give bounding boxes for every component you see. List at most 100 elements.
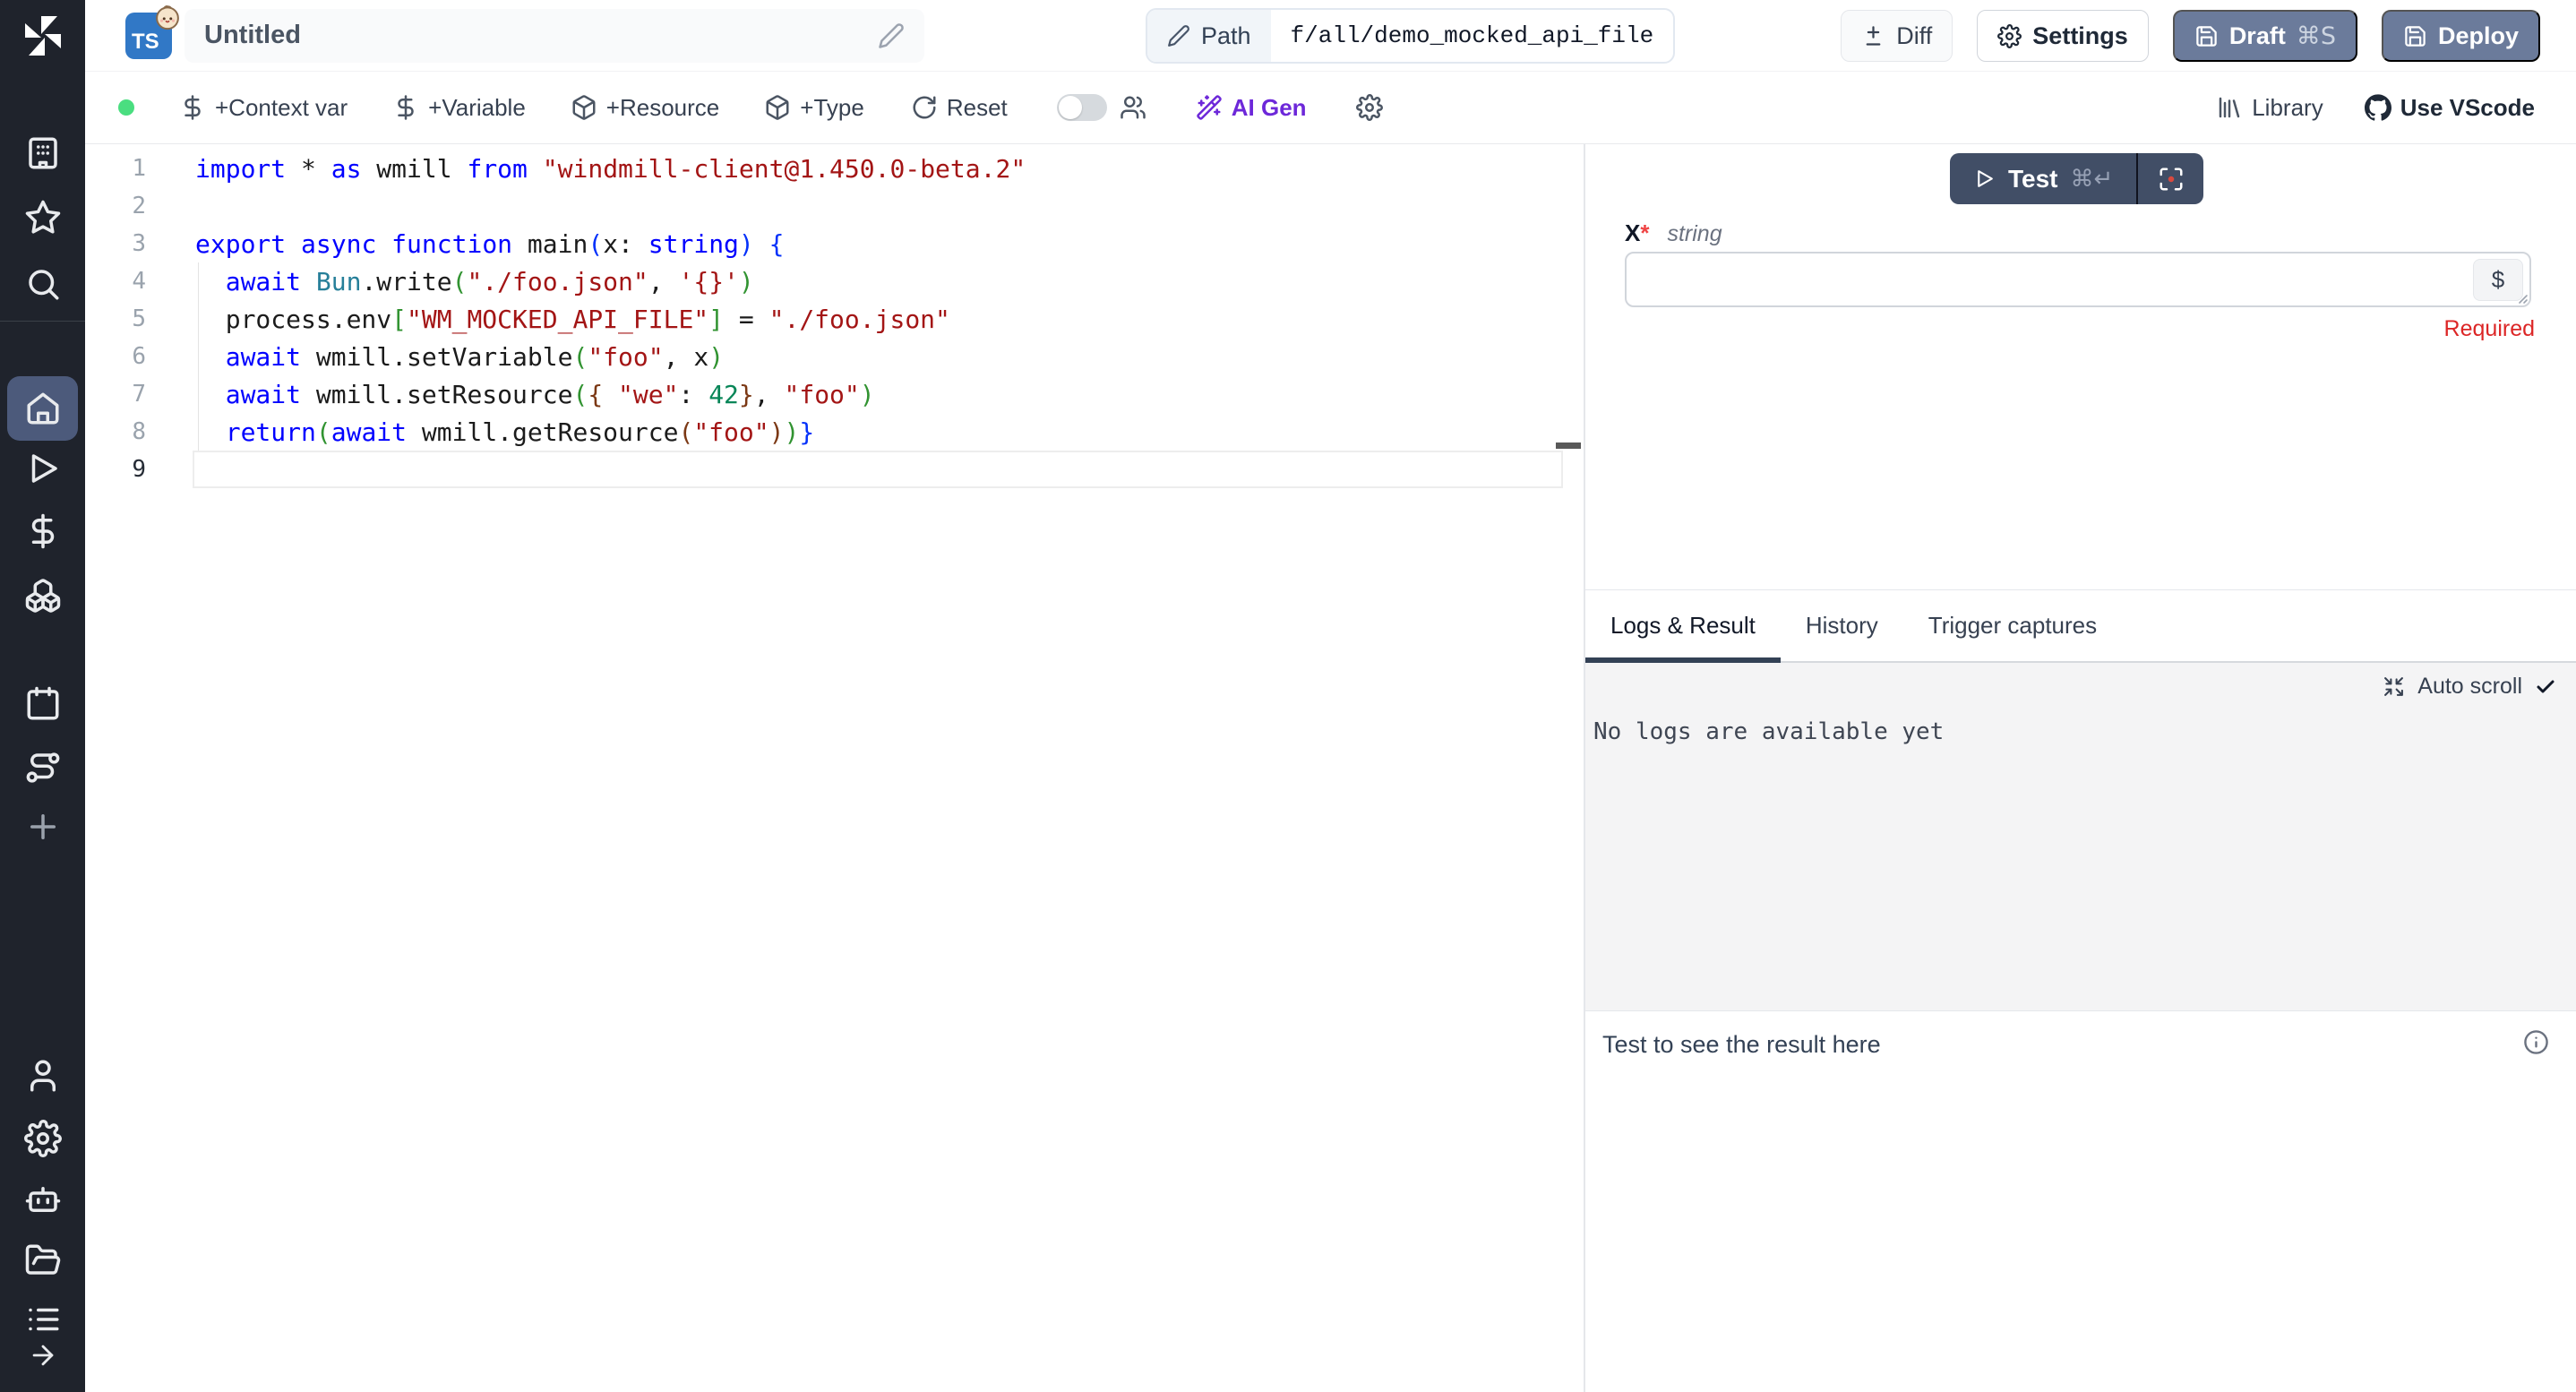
required-message: Required [2444, 316, 2535, 342]
script-title: Untitled [204, 21, 301, 50]
editor-toolbar: +Context var +Variable +Resource +Type R… [85, 72, 2576, 144]
logs-empty-message: No logs are available yet [1593, 718, 1944, 745]
required-star: * [1640, 219, 1649, 246]
settings-button[interactable]: Settings [1977, 10, 2149, 62]
windmill-logo-icon[interactable] [21, 14, 64, 57]
runs-play-icon[interactable] [0, 450, 85, 487]
dollar-icon [392, 94, 419, 121]
script-title-pill[interactable]: Untitled [185, 9, 924, 63]
test-shortcut: ⌘↵ [2071, 166, 2114, 193]
settings-gear-icon[interactable] [0, 1120, 85, 1157]
workspace-icon[interactable] [0, 134, 85, 172]
save-icon [2194, 24, 2219, 48]
tab-history[interactable]: History [1781, 590, 1903, 661]
add-resource-button[interactable]: +Resource [571, 94, 719, 122]
logs-panel: Auto scroll No logs are available yet [1585, 663, 2576, 1010]
draft-button[interactable]: Draft ⌘S [2173, 10, 2357, 62]
dollar-icon [179, 94, 206, 121]
code-text: await wmill.setVariable("foo", x) [193, 342, 724, 372]
sidebar-divider [0, 321, 85, 322]
home-icon[interactable] [0, 390, 85, 427]
add-plus-icon[interactable] [0, 808, 85, 846]
code-line[interactable]: 2 [85, 187, 1584, 225]
code-text: import * as wmill from "windmill-client@… [193, 154, 1026, 184]
field-type: string [1667, 221, 1722, 247]
use-vscode-button[interactable]: Use VScode [2365, 94, 2535, 122]
save-icon [2403, 24, 2427, 48]
line-number: 4 [85, 268, 193, 295]
tab-logs-result[interactable]: Logs & Result [1585, 590, 1781, 661]
line-number: 2 [85, 193, 193, 219]
diff-button[interactable]: Diff [1841, 10, 1953, 62]
ai-bot-icon[interactable] [0, 1181, 85, 1218]
result-placeholder: Test to see the result here [1602, 1031, 1881, 1059]
path-value[interactable]: f/all/demo_mocked_api_file [1271, 10, 1674, 62]
string-input[interactable] [1627, 253, 2529, 305]
code-line[interactable]: 3export async function main(x: string) { [85, 225, 1584, 262]
favorites-star-icon[interactable] [0, 199, 85, 236]
diff-icon [1861, 24, 1885, 48]
indent-guide [198, 262, 199, 451]
result-tabs: Logs & ResultHistoryTrigger captures [1585, 589, 2576, 663]
expand-icon [2383, 675, 2405, 698]
expand-arrow-icon[interactable] [0, 1340, 85, 1371]
code-text: await Bun.write("./foo.json", '{}') [193, 267, 754, 296]
test-button-group: Test ⌘↵ [1950, 153, 2203, 204]
code-line[interactable]: 5 process.env["WM_MOCKED_API_FILE"] = ".… [85, 300, 1584, 338]
flows-route-icon[interactable] [0, 749, 85, 786]
bun-runtime-icon [154, 4, 181, 30]
edit-title-pencil-icon[interactable] [878, 22, 905, 49]
status-dot [118, 99, 134, 116]
add-type-button[interactable]: +Type [764, 94, 864, 122]
resources-boxes-icon[interactable] [0, 577, 85, 614]
code-line[interactable]: 1import * as wmill from "windmill-client… [85, 150, 1584, 187]
code-editor[interactable]: 1import * as wmill from "windmill-client… [85, 144, 1584, 1392]
editor-settings-gear-icon[interactable] [1356, 94, 1383, 121]
string-input-wrapper: $ [1625, 252, 2531, 307]
github-icon [2365, 94, 2391, 121]
search-icon[interactable] [0, 265, 85, 303]
deploy-button[interactable]: Deploy [2382, 10, 2540, 62]
schedules-calendar-icon[interactable] [0, 685, 85, 723]
code-text: return(await wmill.getResource("foo"))} [193, 417, 814, 447]
ai-gen-button[interactable]: AI Gen [1196, 94, 1307, 122]
code-line[interactable]: 6 await wmill.setVariable("foo", x) [85, 338, 1584, 375]
code-line[interactable]: 7 await wmill.setResource({ "we": 42}, "… [85, 375, 1584, 413]
code-text: export async function main(x: string) { [193, 229, 785, 259]
info-icon[interactable] [2523, 1029, 2549, 1055]
path-field[interactable]: Path f/all/demo_mocked_api_file [1146, 8, 1675, 64]
tab-trigger-captures[interactable]: Trigger captures [1903, 590, 2122, 661]
code-line[interactable]: 9 [85, 451, 1584, 488]
line-number: 8 [85, 418, 193, 445]
add-variable-button[interactable]: +Variable [392, 94, 526, 122]
variables-dollar-icon[interactable] [0, 512, 85, 550]
collaborators-icon[interactable] [1120, 94, 1146, 121]
resize-grip[interactable] [2514, 290, 2529, 305]
draft-shortcut: ⌘S [2297, 22, 2336, 50]
library-icon [2216, 94, 2243, 121]
diff-mode-toggle[interactable] [1057, 94, 1107, 121]
app-sidebar [0, 0, 85, 1392]
package-icon [764, 94, 791, 121]
logs-list-icon[interactable] [0, 1301, 85, 1338]
user-icon[interactable] [0, 1057, 85, 1095]
line-number: 7 [85, 381, 193, 408]
code-text: process.env["WM_MOCKED_API_FILE"] = "./f… [193, 305, 950, 334]
play-icon [1973, 168, 1996, 190]
path-label-segment[interactable]: Path [1147, 10, 1271, 62]
folders-icon[interactable] [0, 1242, 85, 1279]
auto-scroll-toggle[interactable]: Auto scroll [2383, 674, 2556, 700]
add-context-var-button[interactable]: +Context var [179, 94, 348, 122]
argument-label-row: X* string [1625, 219, 1722, 247]
refresh-icon [911, 94, 938, 121]
result-panel: Test to see the result here [1585, 1010, 2576, 1392]
line-number: 1 [85, 155, 193, 182]
path-pencil-icon [1167, 24, 1190, 47]
test-button[interactable]: Test ⌘↵ [1950, 153, 2136, 204]
library-button[interactable]: Library [2216, 94, 2323, 122]
code-line[interactable]: 4 await Bun.write("./foo.json", '{}') [85, 262, 1584, 300]
reset-button[interactable]: Reset [911, 94, 1008, 122]
capture-test-button[interactable] [2138, 153, 2203, 204]
viewfinder-record-icon [2158, 166, 2185, 193]
code-line[interactable]: 8 return(await wmill.getResource("foo"))… [85, 413, 1584, 451]
